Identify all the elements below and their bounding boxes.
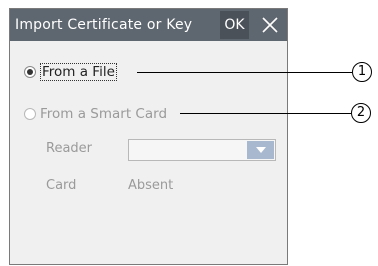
from-file-label: From a File — [40, 63, 117, 81]
callout-line-1 — [137, 72, 352, 73]
import-certificate-dialog: Import Certificate or Key OK From a File… — [9, 8, 288, 265]
radio-from-smart-card[interactable]: From a Smart Card — [24, 104, 167, 124]
reader-select[interactable] — [128, 139, 276, 161]
radio-button-checked[interactable] — [24, 66, 36, 78]
radio-from-file[interactable]: From a File — [24, 62, 117, 82]
chevron-down-icon — [255, 147, 266, 153]
card-label: Card — [46, 178, 77, 193]
from-smart-card-label: From a Smart Card — [40, 106, 168, 122]
callout-line-2 — [180, 113, 351, 114]
close-icon — [262, 17, 278, 33]
callout-marker-1: 1 — [352, 62, 372, 82]
reader-label: Reader — [46, 141, 93, 156]
dialog-title: Import Certificate or Key — [15, 17, 193, 33]
card-status-value: Absent — [128, 178, 174, 193]
title-bar: Import Certificate or Key OK — [10, 9, 287, 41]
close-button[interactable] — [256, 11, 284, 39]
ok-button[interactable]: OK — [220, 11, 249, 39]
callout-marker-2: 2 — [351, 103, 371, 123]
reader-dropdown-button[interactable] — [247, 141, 274, 159]
radio-button-unchecked[interactable] — [24, 108, 36, 120]
